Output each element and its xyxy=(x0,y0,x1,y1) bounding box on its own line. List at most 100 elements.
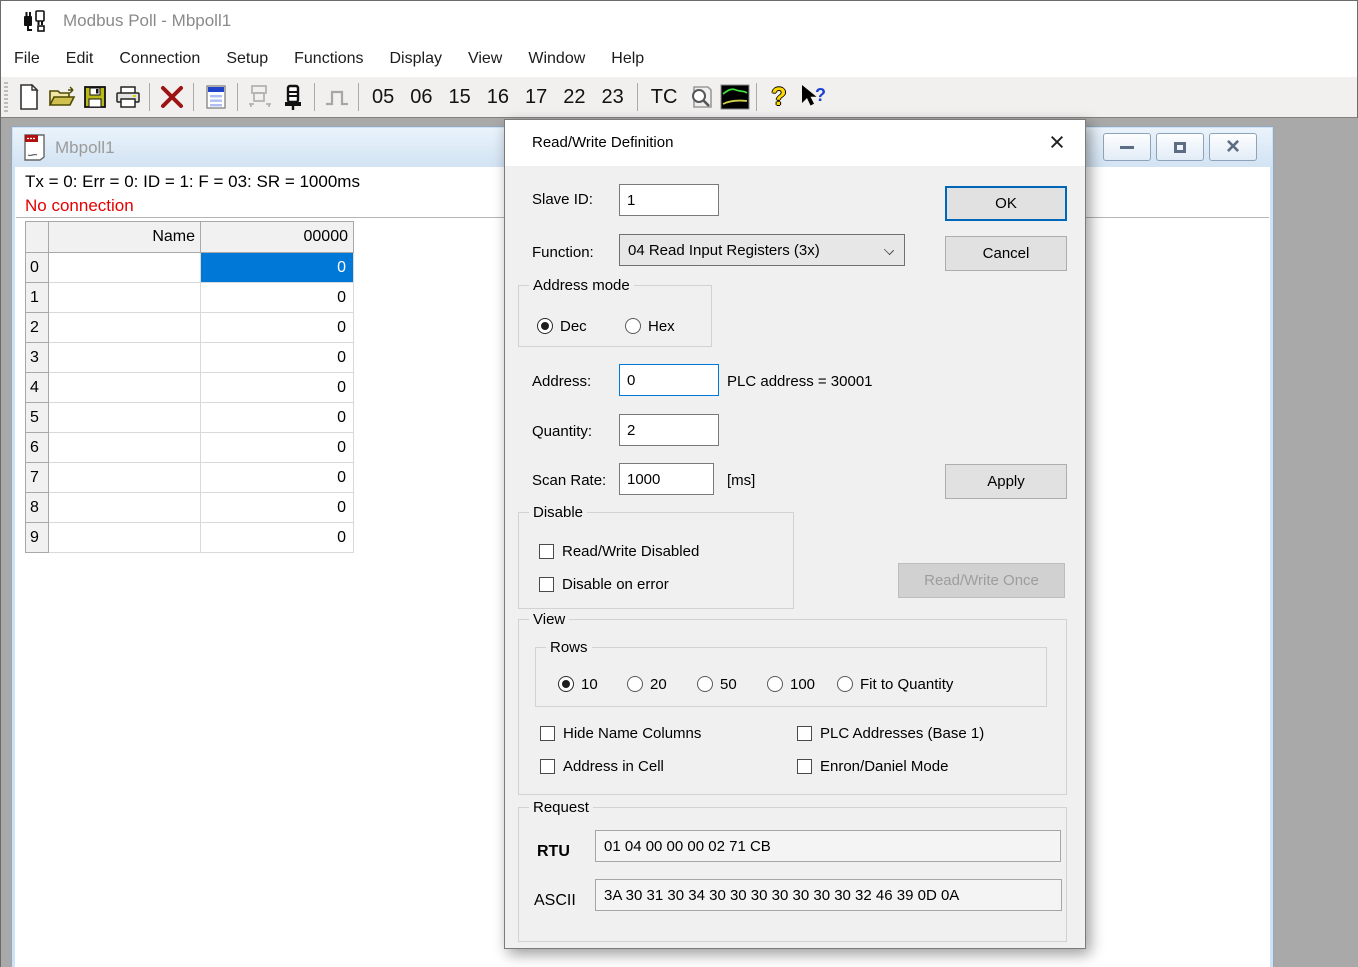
value-cell[interactable]: 0 xyxy=(201,463,354,493)
save-icon[interactable] xyxy=(78,82,111,112)
row-header[interactable]: 4 xyxy=(26,373,49,403)
new-file-icon[interactable] xyxy=(12,82,45,112)
open-file-icon[interactable] xyxy=(45,82,78,112)
function-22-button[interactable]: 22 xyxy=(555,78,593,116)
ascii-request-field[interactable]: 3A 30 31 30 34 30 30 30 30 30 30 30 32 4… xyxy=(595,879,1062,911)
maximize-icon xyxy=(1174,142,1186,153)
function-15-button[interactable]: 15 xyxy=(441,78,479,116)
name-cell[interactable] xyxy=(49,343,201,373)
menu-display[interactable]: Display xyxy=(377,41,455,77)
dialog-close-button[interactable]: × xyxy=(1043,128,1071,156)
name-cell[interactable] xyxy=(49,403,201,433)
rtu-request-field[interactable]: 01 04 00 00 00 02 71 CB xyxy=(595,830,1061,862)
grid-name-header[interactable]: Name xyxy=(49,222,201,253)
help-icon[interactable]: ? xyxy=(762,82,795,112)
row-header[interactable]: 2 xyxy=(26,313,49,343)
name-cell[interactable] xyxy=(49,283,201,313)
tc-button[interactable]: TC xyxy=(643,78,686,116)
row-header[interactable]: 3 xyxy=(26,343,49,373)
dec-radio[interactable]: Dec xyxy=(537,316,587,336)
value-cell[interactable]: 0 xyxy=(201,493,354,523)
value-cell-selected[interactable]: 0 xyxy=(201,253,354,283)
checkbox-icon xyxy=(540,759,555,774)
table-row: 5 0 xyxy=(26,403,354,433)
dialog-titlebar[interactable]: Read/Write Definition × xyxy=(505,120,1085,166)
connect-icon[interactable] xyxy=(276,82,309,112)
menu-window[interactable]: Window xyxy=(515,41,598,77)
row-header[interactable]: 7 xyxy=(26,463,49,493)
communication-log-icon[interactable] xyxy=(243,82,276,112)
print-icon[interactable] xyxy=(111,82,144,112)
table-row: 2 0 xyxy=(26,313,354,343)
menu-setup[interactable]: Setup xyxy=(213,41,281,77)
read-write-definition-icon[interactable] xyxy=(199,82,232,112)
name-cell[interactable] xyxy=(49,313,201,343)
ok-button[interactable]: OK xyxy=(945,186,1067,221)
menu-help[interactable]: Help xyxy=(598,41,657,77)
name-cell[interactable] xyxy=(49,433,201,463)
name-cell[interactable] xyxy=(49,253,201,283)
value-cell[interactable]: 0 xyxy=(201,433,354,463)
name-cell[interactable] xyxy=(49,523,201,553)
menu-view[interactable]: View xyxy=(455,41,515,77)
function-23-button[interactable]: 23 xyxy=(594,78,632,116)
address-in-cell-checkbox[interactable]: Address in Cell xyxy=(540,756,664,776)
row-header[interactable]: 0 xyxy=(26,253,49,283)
row-header[interactable]: 9 xyxy=(26,523,49,553)
row-header[interactable]: 5 xyxy=(26,403,49,433)
row-header[interactable]: 6 xyxy=(26,433,49,463)
cancel-button[interactable]: Cancel xyxy=(945,236,1067,271)
fit-to-quantity-radio[interactable]: Fit to Quantity xyxy=(837,674,953,694)
rows-10-radio[interactable]: 10 xyxy=(558,674,598,694)
name-cell[interactable] xyxy=(49,463,201,493)
row-header[interactable]: 8 xyxy=(26,493,49,523)
chart-icon[interactable] xyxy=(718,82,751,112)
function-17-button[interactable]: 17 xyxy=(517,78,555,116)
function-16-button[interactable]: 16 xyxy=(479,78,517,116)
plc-addresses-checkbox[interactable]: PLC Addresses (Base 1) xyxy=(797,723,984,743)
function-05-button[interactable]: 05 xyxy=(364,78,402,116)
hex-radio[interactable]: Hex xyxy=(625,316,675,336)
close-button[interactable]: × xyxy=(1209,133,1257,161)
quantity-field[interactable]: 2 xyxy=(619,414,719,446)
rows-100-radio[interactable]: 100 xyxy=(767,674,815,694)
function-06-button[interactable]: 06 xyxy=(402,78,440,116)
menu-connection[interactable]: Connection xyxy=(106,41,213,77)
value-cell[interactable]: 0 xyxy=(201,343,354,373)
value-cell[interactable]: 0 xyxy=(201,373,354,403)
name-cell[interactable] xyxy=(49,373,201,403)
toolbar-grip[interactable] xyxy=(4,82,8,112)
menu-file[interactable]: File xyxy=(1,41,53,77)
value-cell[interactable]: 0 xyxy=(201,523,354,553)
row-header[interactable]: 1 xyxy=(26,283,49,313)
hide-name-columns-checkbox[interactable]: Hide Name Columns xyxy=(540,723,701,743)
zoom-document-icon[interactable] xyxy=(685,82,718,112)
rows-20-radio[interactable]: 20 xyxy=(627,674,667,694)
scan-rate-field[interactable]: 1000 xyxy=(619,463,714,495)
disable-on-error-checkbox[interactable]: Disable on error xyxy=(539,574,669,594)
slave-id-field[interactable]: 1 xyxy=(619,184,719,216)
name-cell[interactable] xyxy=(49,493,201,523)
read-write-disabled-checkbox[interactable]: Read/Write Disabled xyxy=(539,541,699,561)
menu-edit[interactable]: Edit xyxy=(53,41,107,77)
grid-value-header[interactable]: 00000 xyxy=(201,222,354,253)
maximize-button[interactable] xyxy=(1156,133,1204,161)
value-cell[interactable]: 0 xyxy=(201,403,354,433)
close-icon: × xyxy=(1049,127,1065,158)
value-cell[interactable]: 0 xyxy=(201,313,354,343)
rows-50-radio[interactable]: 50 xyxy=(697,674,737,694)
value-cell[interactable]: 0 xyxy=(201,283,354,313)
disconnect-icon[interactable] xyxy=(155,82,188,112)
single-poll-icon[interactable] xyxy=(320,82,353,112)
function-dropdown[interactable]: 04 Read Input Registers (3x) xyxy=(619,234,905,266)
menu-functions[interactable]: Functions xyxy=(281,41,376,77)
apply-button[interactable]: Apply xyxy=(945,464,1067,499)
address-field[interactable]: 0 xyxy=(619,364,719,396)
chevron-down-icon xyxy=(884,245,894,255)
context-help-icon[interactable]: ? xyxy=(795,82,828,112)
read-write-once-button[interactable]: Read/Write Once xyxy=(898,563,1065,598)
radio-icon xyxy=(627,676,643,692)
checkbox-icon xyxy=(539,577,554,592)
minimize-button[interactable] xyxy=(1103,133,1151,161)
enron-daniel-checkbox[interactable]: Enron/Daniel Mode xyxy=(797,756,948,776)
